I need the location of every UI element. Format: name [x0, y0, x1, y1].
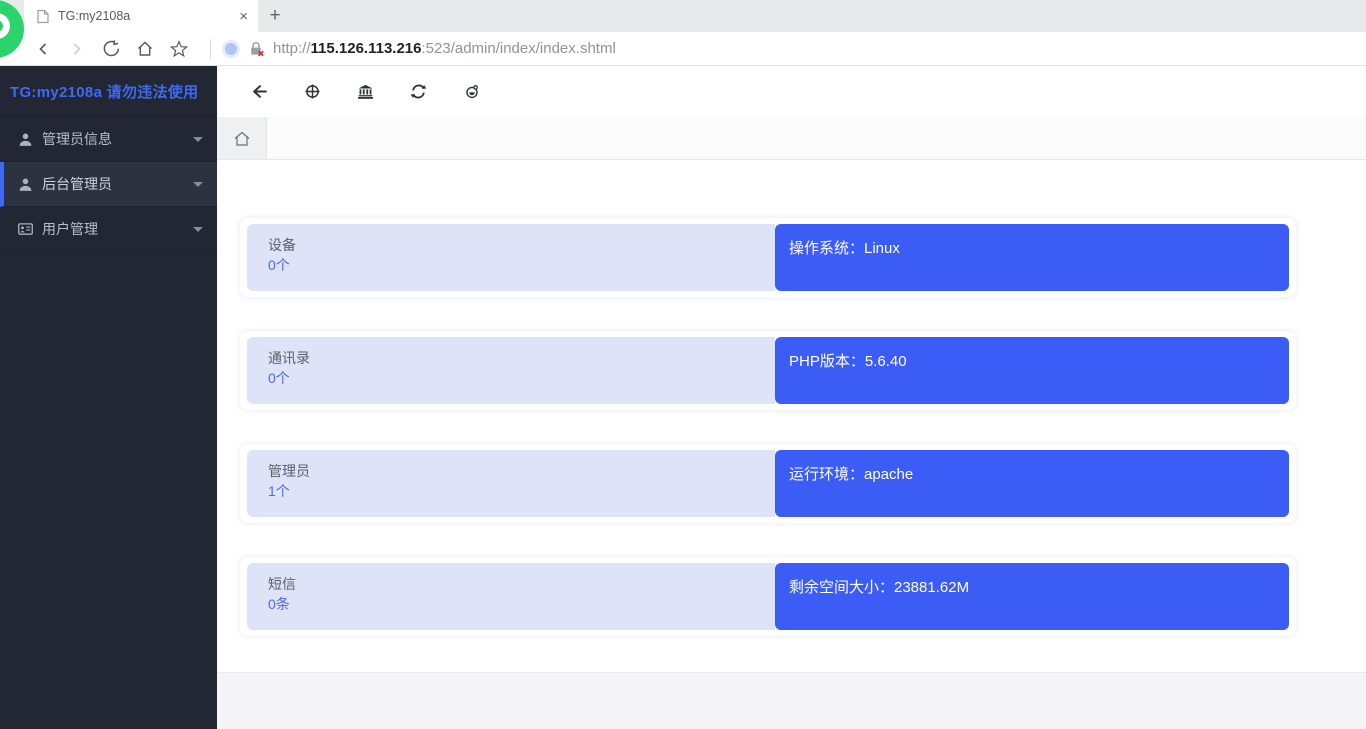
collapse-back-button[interactable] — [251, 83, 268, 100]
server-info-text: PHP版本：5.6.40 — [789, 353, 907, 370]
stat-title: 设备 — [268, 235, 754, 255]
server-info-text: 剩余空间大小：23881.62M — [789, 579, 969, 596]
server-info-text: 操作系统：Linux — [789, 240, 900, 257]
insecure-lock-icon[interactable] — [247, 40, 265, 58]
sidebar-item-label: 管理员信息 — [42, 129, 112, 149]
server-info-panel: 剩余空间大小：23881.62M — [775, 563, 1289, 630]
close-icon[interactable]: × — [239, 9, 248, 24]
stat-panel: 短信 0条 — [247, 563, 775, 630]
browser-toolbar: http://115.126.113.216:523/admin/index/i… — [0, 32, 1366, 66]
server-info-text: 运行环境：apache — [789, 466, 913, 483]
favorites-star-icon[interactable] — [162, 35, 196, 63]
stat-card-sms: 短信 0条 剩余空间大小：23881.62M — [240, 557, 1296, 636]
new-tab-button[interactable]: + — [258, 0, 292, 32]
url-scheme: http:// — [273, 40, 311, 57]
stat-panel: 设备 0个 — [247, 224, 775, 291]
user-icon — [18, 177, 33, 192]
sidebar: TG:my2108a 请勿违法使用 管理员信息 后台管理员 — [0, 66, 217, 729]
reload-button[interactable] — [94, 35, 128, 63]
user-icon — [18, 132, 33, 147]
sidebar-item-backend-admin[interactable]: 后台管理员 — [0, 162, 217, 207]
chevron-down-icon — [193, 137, 203, 142]
content-tab-strip — [217, 117, 1366, 160]
bank-icon[interactable] — [357, 83, 374, 100]
stat-title: 管理员 — [268, 461, 754, 481]
server-info-panel: PHP版本：5.6.40 — [775, 337, 1289, 404]
back-button[interactable] — [26, 35, 60, 63]
home-button[interactable] — [128, 35, 162, 63]
dashboard-content: 设备 0个 操作系统：Linux 通讯录 0个 PHP版本：5.6.40 管 — [217, 160, 1366, 729]
stat-count-link[interactable]: 1个 — [268, 481, 290, 502]
id-card-icon — [18, 222, 33, 237]
forward-button[interactable] — [60, 35, 94, 63]
home-tab[interactable] — [217, 117, 267, 159]
stat-panel: 通讯录 0个 — [247, 337, 775, 404]
stat-card-contacts: 通讯录 0个 PHP版本：5.6.40 — [240, 331, 1296, 410]
server-info-panel: 运行环境：apache — [775, 450, 1289, 517]
admin-toolbar — [217, 66, 1366, 117]
stat-title: 短信 — [268, 574, 754, 594]
sidebar-header: TG:my2108a 请勿违法使用 — [0, 66, 217, 117]
stat-count-link[interactable]: 0个 — [268, 255, 290, 276]
server-info-panel: 操作系统：Linux — [775, 224, 1289, 291]
site-info-icon[interactable] — [225, 43, 237, 55]
chevron-down-icon — [193, 182, 203, 187]
sidebar-item-label: 后台管理员 — [42, 174, 112, 194]
sidebar-item-user-management[interactable]: 用户管理 — [0, 207, 217, 252]
url-path: :523/admin/index/index.shtml — [422, 40, 616, 57]
stat-count-link[interactable]: 0条 — [268, 594, 290, 615]
refresh-icon[interactable] — [410, 83, 427, 100]
logo-ring — [0, 8, 15, 45]
url-host: 115.126.113.216 — [311, 40, 422, 57]
toolbar-divider — [210, 39, 211, 59]
stat-card-devices: 设备 0个 操作系统：Linux — [240, 218, 1296, 297]
crosshair-icon[interactable] — [304, 83, 321, 100]
tab-title: TG:my2108a — [58, 9, 231, 23]
chevron-down-icon — [193, 227, 203, 232]
address-url[interactable]: http://115.126.113.216:523/admin/index/i… — [273, 40, 616, 57]
page-icon — [36, 9, 50, 24]
stat-title: 通讯录 — [268, 348, 754, 368]
browser-tab-bar: TG:my2108a × + — [0, 0, 1366, 32]
browser-tab[interactable]: TG:my2108a × — [24, 0, 258, 32]
stat-panel: 管理员 1个 — [247, 450, 775, 517]
stat-card-admins: 管理员 1个 运行环境：apache — [240, 444, 1296, 523]
stat-count-link[interactable]: 0个 — [268, 368, 290, 389]
page-footer — [217, 672, 1366, 729]
sidebar-item-label: 用户管理 — [42, 219, 98, 239]
sidebar-item-admin-info[interactable]: 管理员信息 — [0, 117, 217, 162]
globe-sync-icon[interactable] — [463, 83, 480, 100]
